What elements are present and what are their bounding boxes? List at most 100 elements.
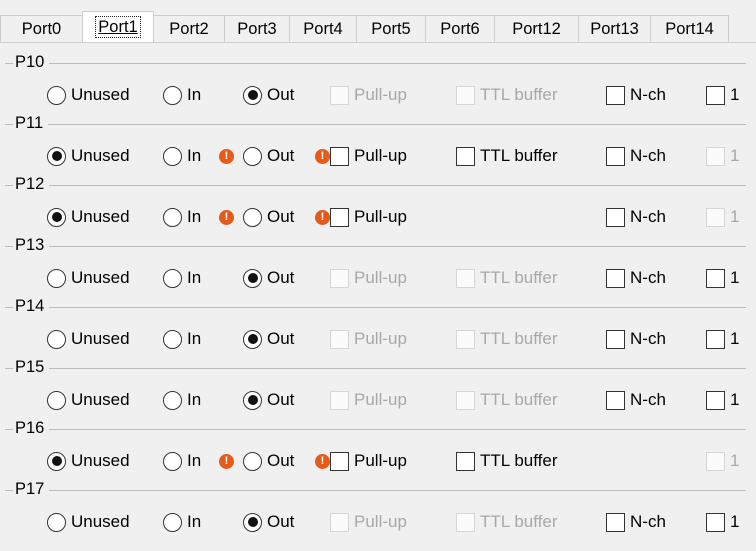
radio-in[interactable]: In: [163, 267, 201, 289]
checkbox[interactable]: [706, 512, 725, 532]
tab-port13[interactable]: Port13: [578, 15, 651, 42]
checkbox-pull-up[interactable]: Pull-up: [330, 206, 407, 228]
checkbox-label: Pull-up: [354, 329, 407, 348]
checkbox-n-ch[interactable]: N-ch: [606, 267, 666, 289]
radio-out[interactable]: Out: [243, 267, 294, 289]
radio-in[interactable]: In: [163, 389, 201, 411]
tab-port3[interactable]: Port3: [224, 15, 290, 42]
radio-in[interactable]: In: [163, 84, 201, 106]
checkbox-initial-value[interactable]: 1: [706, 389, 739, 411]
checkbox-n-ch[interactable]: N-ch: [606, 145, 666, 167]
radio-button[interactable]: [243, 390, 262, 410]
checkbox[interactable]: [330, 451, 349, 471]
checkbox[interactable]: [606, 146, 625, 166]
tab-port12[interactable]: Port12: [494, 15, 579, 42]
tab-port6[interactable]: Port6: [425, 15, 495, 42]
radio-button[interactable]: [47, 390, 66, 410]
checkbox-n-ch[interactable]: N-ch: [606, 328, 666, 350]
checkbox-ttl-buffer[interactable]: TTL buffer: [456, 145, 557, 167]
checkbox-ttl-buffer[interactable]: TTL buffer: [456, 450, 557, 472]
radio-unused[interactable]: Unused: [47, 206, 130, 228]
radio-unused[interactable]: Unused: [47, 84, 130, 106]
checkbox-pull-up[interactable]: Pull-up: [330, 145, 407, 167]
checkbox-initial-value[interactable]: 1: [706, 511, 739, 533]
radio-unused[interactable]: Unused: [47, 267, 130, 289]
radio-dot: [247, 90, 258, 100]
checkbox[interactable]: [706, 390, 725, 410]
radio-button[interactable]: [243, 207, 262, 227]
radio-button[interactable]: [163, 451, 182, 471]
radio-unused[interactable]: Unused: [47, 145, 130, 167]
checkbox[interactable]: [606, 85, 625, 105]
radio-in[interactable]: In: [163, 511, 201, 533]
checkbox-n-ch[interactable]: N-ch: [606, 389, 666, 411]
group-title: P16: [15, 419, 48, 437]
checkbox-n-ch[interactable]: N-ch: [606, 84, 666, 106]
tab-port14[interactable]: Port14: [650, 15, 729, 42]
checkbox[interactable]: [606, 207, 625, 227]
radio-button[interactable]: [243, 451, 262, 471]
radio-button[interactable]: [163, 390, 182, 410]
checkbox[interactable]: [456, 451, 475, 471]
radio-button[interactable]: [163, 146, 182, 166]
radio-out[interactable]: Out: [243, 206, 294, 228]
tab-port0[interactable]: Port0: [0, 15, 83, 42]
radio-in[interactable]: In: [163, 328, 201, 350]
radio-unused[interactable]: Unused: [47, 389, 130, 411]
group-border: [48, 124, 746, 125]
checkbox-initial-value[interactable]: 1: [706, 267, 739, 289]
radio-unused[interactable]: Unused: [47, 450, 130, 472]
radio-button[interactable]: [47, 207, 66, 227]
radio-in[interactable]: In: [163, 206, 201, 228]
radio-button[interactable]: [163, 207, 182, 227]
checkbox-ttl-buffer: TTL buffer: [456, 267, 557, 289]
radio-button[interactable]: [163, 512, 182, 532]
radio-button[interactable]: [243, 268, 262, 288]
checkbox[interactable]: [330, 146, 349, 166]
checkbox[interactable]: [456, 146, 475, 166]
radio-button[interactable]: [163, 329, 182, 349]
checkbox-initial-value[interactable]: 1: [706, 84, 739, 106]
radio-button[interactable]: [243, 146, 262, 166]
radio-button[interactable]: [47, 85, 66, 105]
radio-unused[interactable]: Unused: [47, 511, 130, 533]
radio-button[interactable]: [243, 512, 262, 532]
radio-unused[interactable]: Unused: [47, 328, 130, 350]
checkbox-pull-up[interactable]: Pull-up: [330, 450, 407, 472]
radio-button[interactable]: [243, 85, 262, 105]
tab-port4[interactable]: Port4: [289, 15, 357, 42]
tab-port1[interactable]: Port1: [82, 11, 154, 43]
radio-button[interactable]: [47, 146, 66, 166]
checkbox-initial-value[interactable]: 1: [706, 328, 739, 350]
checkbox[interactable]: [706, 85, 725, 105]
checkbox[interactable]: [606, 512, 625, 532]
checkbox-n-ch[interactable]: N-ch: [606, 206, 666, 228]
radio-out[interactable]: Out: [243, 145, 294, 167]
checkbox[interactable]: [706, 329, 725, 349]
checkbox-n-ch[interactable]: N-ch: [606, 511, 666, 533]
checkbox-label: N-ch: [630, 207, 666, 226]
radio-button[interactable]: [47, 329, 66, 349]
radio-button[interactable]: [243, 329, 262, 349]
port-tab-strip: Port0 Port1 Port2 Port3 Port4 Port5 Port6 Port1…: [0, 0, 756, 43]
radio-out[interactable]: Out: [243, 450, 294, 472]
checkbox[interactable]: [330, 207, 349, 227]
radio-in[interactable]: In: [163, 145, 201, 167]
radio-button[interactable]: [47, 512, 66, 532]
checkbox[interactable]: [606, 268, 625, 288]
radio-out[interactable]: Out: [243, 84, 294, 106]
checkbox-pull-up: Pull-up: [330, 511, 407, 533]
radio-button[interactable]: [163, 268, 182, 288]
tab-port5[interactable]: Port5: [356, 15, 426, 42]
radio-out[interactable]: Out: [243, 511, 294, 533]
checkbox[interactable]: [606, 390, 625, 410]
radio-button[interactable]: [47, 451, 66, 471]
checkbox[interactable]: [606, 329, 625, 349]
radio-out[interactable]: Out: [243, 389, 294, 411]
radio-button[interactable]: [163, 85, 182, 105]
tab-port2[interactable]: Port2: [153, 15, 225, 42]
radio-out[interactable]: Out: [243, 328, 294, 350]
radio-in[interactable]: In: [163, 450, 201, 472]
radio-button[interactable]: [47, 268, 66, 288]
checkbox[interactable]: [706, 268, 725, 288]
